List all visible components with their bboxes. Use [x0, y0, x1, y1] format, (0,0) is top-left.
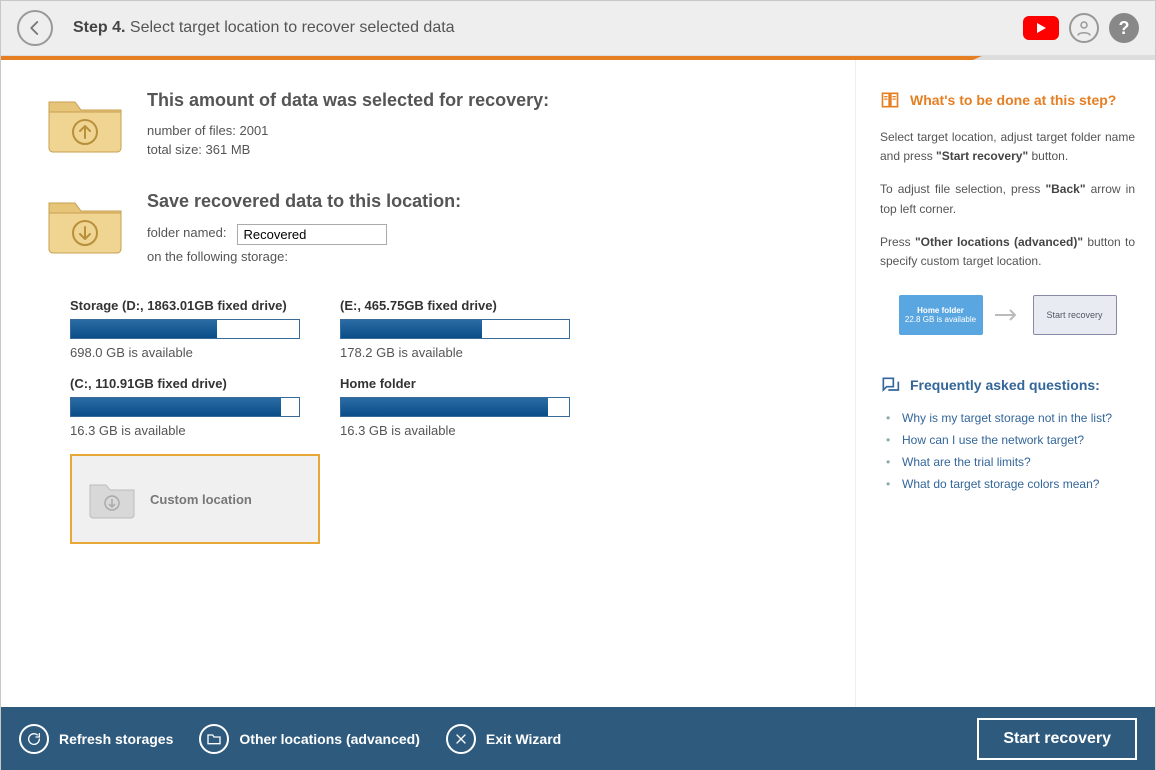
storage-bar: [70, 319, 300, 339]
folder-name-label: folder named:: [147, 225, 227, 240]
folder-download-icon: [45, 191, 125, 255]
youtube-icon[interactable]: [1023, 16, 1059, 40]
storage-bar: [340, 319, 570, 339]
summary-heading: This amount of data was selected for rec…: [147, 90, 835, 111]
back-button[interactable]: [17, 10, 53, 46]
sidebar-text: Select target location, adjust target fo…: [880, 128, 1135, 166]
storage-item[interactable]: (E:, 465.75GB fixed drive) 178.2 GB is a…: [340, 298, 570, 360]
custom-location-button[interactable]: Custom location: [70, 454, 320, 544]
storage-label: on the following storage:: [147, 249, 835, 264]
faq-link[interactable]: What are the trial limits?: [880, 451, 1135, 473]
storage-title: Storage (D:, 1863.01GB fixed drive): [70, 298, 300, 313]
faq-link[interactable]: What do target storage colors mean?: [880, 473, 1135, 495]
book-icon: [880, 90, 900, 110]
storage-bar: [70, 397, 300, 417]
storage-available: 178.2 GB is available: [340, 345, 570, 360]
exit-wizard-button[interactable]: Exit Wizard: [446, 724, 561, 754]
storage-available: 698.0 GB is available: [70, 345, 300, 360]
save-heading: Save recovered data to this location:: [147, 191, 835, 212]
storage-list: Storage (D:, 1863.01GB fixed drive) 698.…: [70, 298, 835, 544]
storage-item[interactable]: Storage (D:, 1863.01GB fixed drive) 698.…: [70, 298, 300, 360]
storage-available: 16.3 GB is available: [70, 423, 300, 438]
step-number: Step 4.: [73, 19, 125, 36]
start-recovery-button[interactable]: Start recovery: [977, 718, 1137, 760]
footer-bar: Refresh storages Other locations (advanc…: [1, 707, 1155, 770]
exit-wizard-label: Exit Wizard: [486, 731, 561, 747]
other-locations-label: Other locations (advanced): [239, 731, 419, 747]
refresh-button[interactable]: Refresh storages: [19, 724, 173, 754]
files-count: number of files: 2001: [147, 123, 835, 138]
storage-title: (E:, 465.75GB fixed drive): [340, 298, 570, 313]
arrow-left-icon: [26, 19, 44, 37]
step-subtitle: Select target location to recover select…: [130, 19, 455, 36]
folder-name-input[interactable]: [237, 224, 387, 245]
close-icon: [453, 731, 469, 747]
faq-link[interactable]: How can I use the network target?: [880, 429, 1135, 451]
refresh-icon: [26, 731, 42, 747]
sidebar: What's to be done at this step? Select t…: [855, 60, 1155, 707]
other-locations-button[interactable]: Other locations (advanced): [199, 724, 419, 754]
sidebar-title: What's to be done at this step?: [910, 92, 1116, 108]
storage-bar: [340, 397, 570, 417]
storage-title: Home folder: [340, 376, 570, 391]
custom-location-label: Custom location: [150, 492, 252, 507]
sidebar-text: Press "Other locations (advanced)" butto…: [880, 233, 1135, 271]
total-size: total size: 361 MB: [147, 142, 835, 157]
folder-upload-icon: [45, 90, 125, 154]
user-icon[interactable]: [1069, 13, 1099, 43]
storage-item[interactable]: (С:, 110.91GB fixed drive) 16.3 GB is av…: [70, 376, 300, 438]
header-bar: Step 4. Select target location to recove…: [1, 1, 1155, 56]
hint-illustration: Home folder22.8 GB is available Start re…: [880, 295, 1135, 335]
arrow-right-icon: [995, 309, 1021, 321]
faq-link[interactable]: Why is my target storage not in the list…: [880, 407, 1135, 429]
folder-gray-icon: [88, 479, 136, 519]
page-title: Step 4. Select target location to recove…: [73, 19, 455, 37]
refresh-label: Refresh storages: [59, 731, 173, 747]
faq-title: Frequently asked questions:: [910, 377, 1100, 393]
storage-item[interactable]: Home folder 16.3 GB is available: [340, 376, 570, 438]
main-panel: This amount of data was selected for rec…: [1, 60, 855, 707]
help-icon[interactable]: ?: [1109, 13, 1139, 43]
sidebar-text: To adjust file selection, press "Back" a…: [880, 180, 1135, 218]
folder-icon: [206, 731, 222, 747]
storage-title: (С:, 110.91GB fixed drive): [70, 376, 300, 391]
faq-icon: [880, 375, 900, 395]
storage-available: 16.3 GB is available: [340, 423, 570, 438]
